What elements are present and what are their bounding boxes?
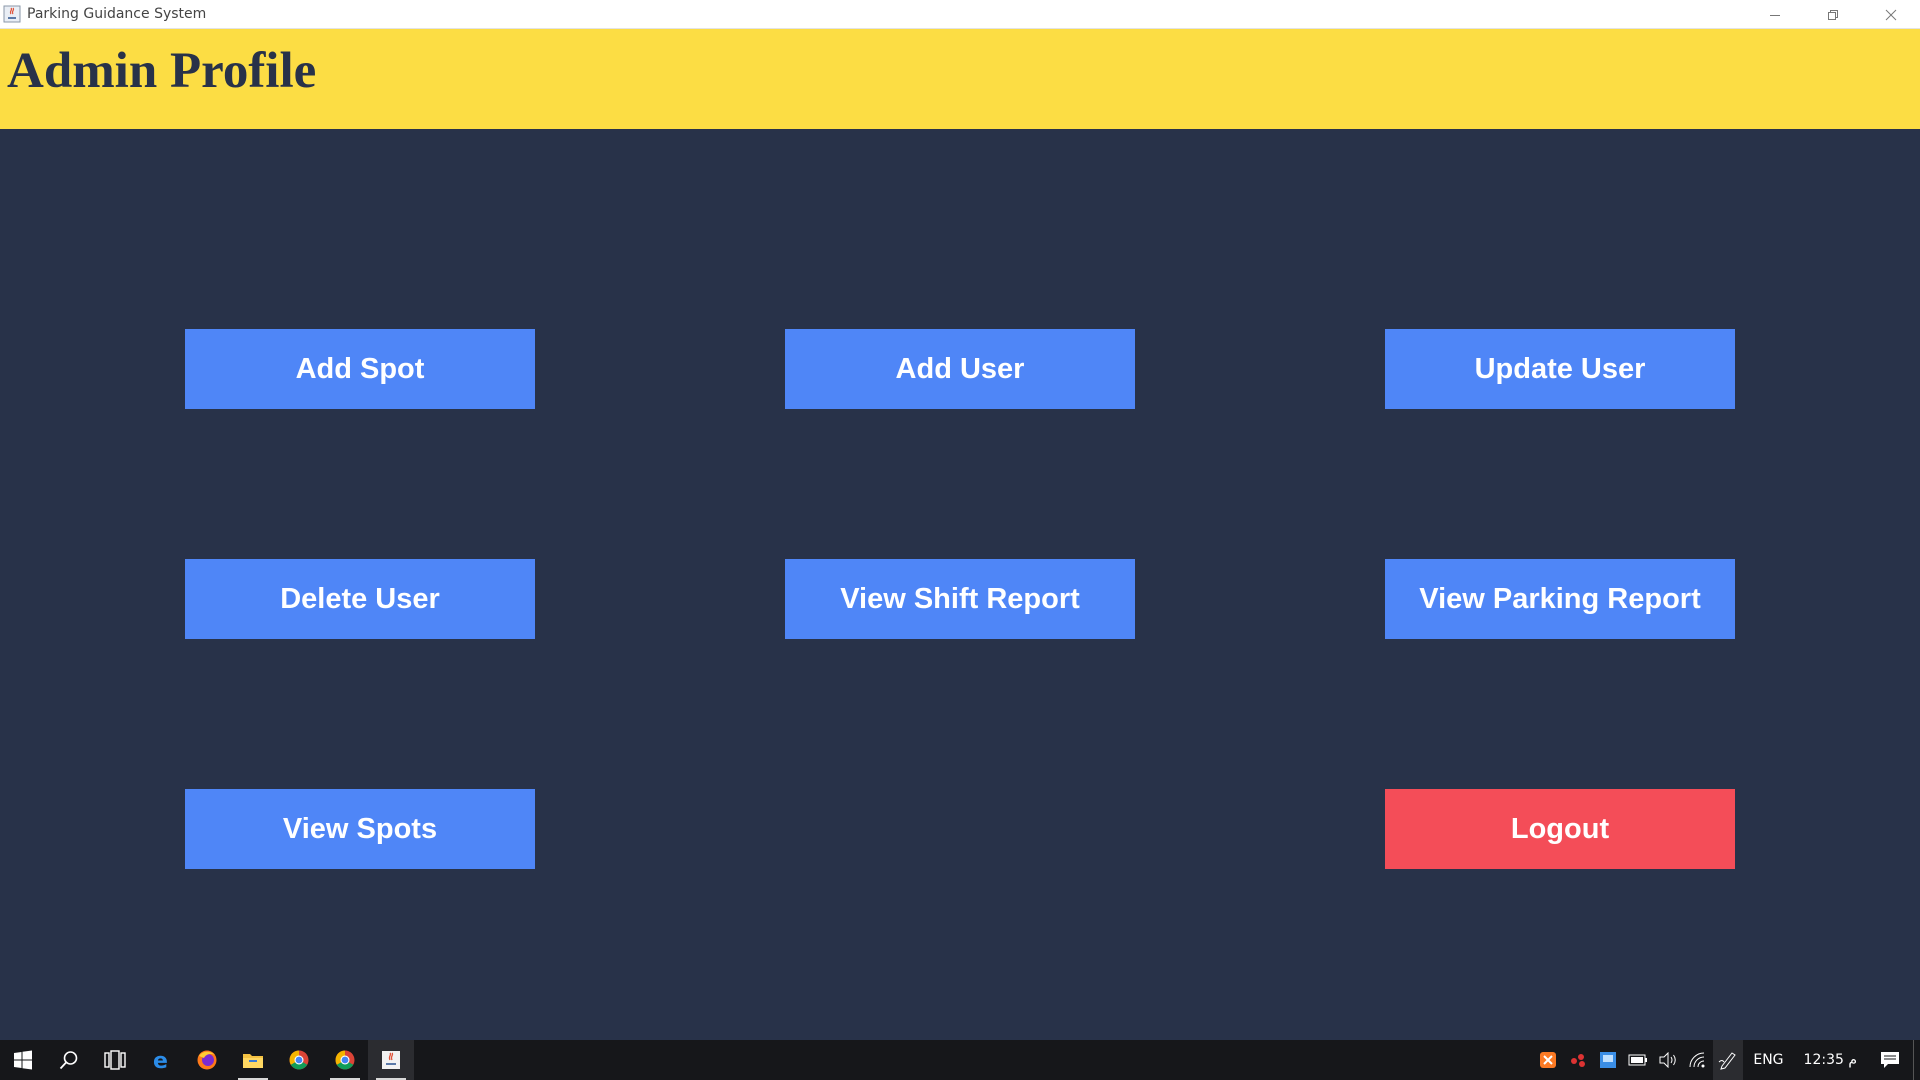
header-banner: Admin Profile: [0, 29, 1920, 129]
wifi-icon: [1689, 1052, 1705, 1068]
tray-battery[interactable]: [1623, 1040, 1653, 1080]
file-explorer-icon: [243, 1054, 263, 1068]
chrome-icon: [335, 1050, 355, 1070]
minimize-button[interactable]: [1746, 0, 1804, 29]
java-app-icon: [382, 1051, 400, 1069]
add-spot-button[interactable]: Add Spot: [185, 329, 535, 409]
taskbar-search-button[interactable]: [46, 1040, 92, 1080]
cluster-icon: [1571, 1054, 1586, 1067]
taskbar-app-chrome-2[interactable]: [322, 1040, 368, 1080]
action-center-button[interactable]: [1867, 1040, 1913, 1080]
update-user-button[interactable]: Update User: [1385, 329, 1735, 409]
tray-app-red[interactable]: [1563, 1040, 1593, 1080]
tray-clock[interactable]: 12:35 م: [1794, 1052, 1867, 1068]
network-monitor-icon: [1600, 1052, 1617, 1068]
delete-user-button[interactable]: Delete User: [185, 559, 535, 639]
notification-icon: [1881, 1052, 1899, 1068]
tray-pen[interactable]: [1713, 1040, 1744, 1080]
xampp-icon: [1540, 1052, 1557, 1068]
tray-volume[interactable]: [1653, 1040, 1683, 1080]
pen-icon: [1719, 1052, 1737, 1070]
show-desktop-button[interactable]: [1913, 1040, 1920, 1080]
window-title: Parking Guidance System: [27, 6, 207, 22]
chrome-icon: [289, 1050, 309, 1070]
tray-language[interactable]: ENG: [1743, 1052, 1793, 1068]
tray-app-blue[interactable]: [1593, 1040, 1623, 1080]
search-icon: [59, 1051, 78, 1070]
taskbar-app-edge[interactable]: e: [138, 1040, 184, 1080]
restore-button[interactable]: [1804, 0, 1862, 29]
windows-start-icon: [14, 1050, 32, 1070]
task-view-icon: [104, 1050, 126, 1070]
tray-xampp[interactable]: [1533, 1040, 1563, 1080]
firefox-icon: [197, 1050, 217, 1070]
close-icon: [1885, 9, 1897, 20]
window-controls: [1746, 0, 1920, 29]
system-tray: ENG 12:35 م: [1533, 1040, 1920, 1080]
view-parking-report-button[interactable]: View Parking Report: [1385, 559, 1735, 639]
taskbar-app-chrome[interactable]: [276, 1040, 322, 1080]
taskbar-app-java[interactable]: [368, 1040, 414, 1080]
window-title-bar[interactable]: Parking Guidance System: [0, 0, 1920, 29]
add-user-button[interactable]: Add User: [785, 329, 1135, 409]
page-title: Admin Profile: [7, 43, 317, 99]
java-app-icon: [3, 5, 21, 23]
taskbar: e ENG 12:35 م: [0, 1040, 1920, 1080]
battery-icon: [1628, 1054, 1648, 1066]
restore-icon: [1828, 9, 1838, 20]
logout-button[interactable]: Logout: [1385, 789, 1735, 869]
minimize-icon: [1770, 14, 1780, 16]
view-spots-button[interactable]: View Spots: [185, 789, 535, 869]
tray-wifi[interactable]: [1683, 1040, 1713, 1080]
svg-text:e: e: [153, 1049, 168, 1071]
close-button[interactable]: [1862, 0, 1920, 29]
view-shift-report-button[interactable]: View Shift Report: [785, 559, 1135, 639]
taskbar-app-firefox[interactable]: [184, 1040, 230, 1080]
taskbar-app-file-explorer[interactable]: [230, 1040, 276, 1080]
edge-icon: e: [153, 1049, 168, 1071]
start-button[interactable]: [0, 1040, 46, 1080]
volume-icon: [1659, 1052, 1677, 1068]
task-view-button[interactable]: [92, 1040, 138, 1080]
